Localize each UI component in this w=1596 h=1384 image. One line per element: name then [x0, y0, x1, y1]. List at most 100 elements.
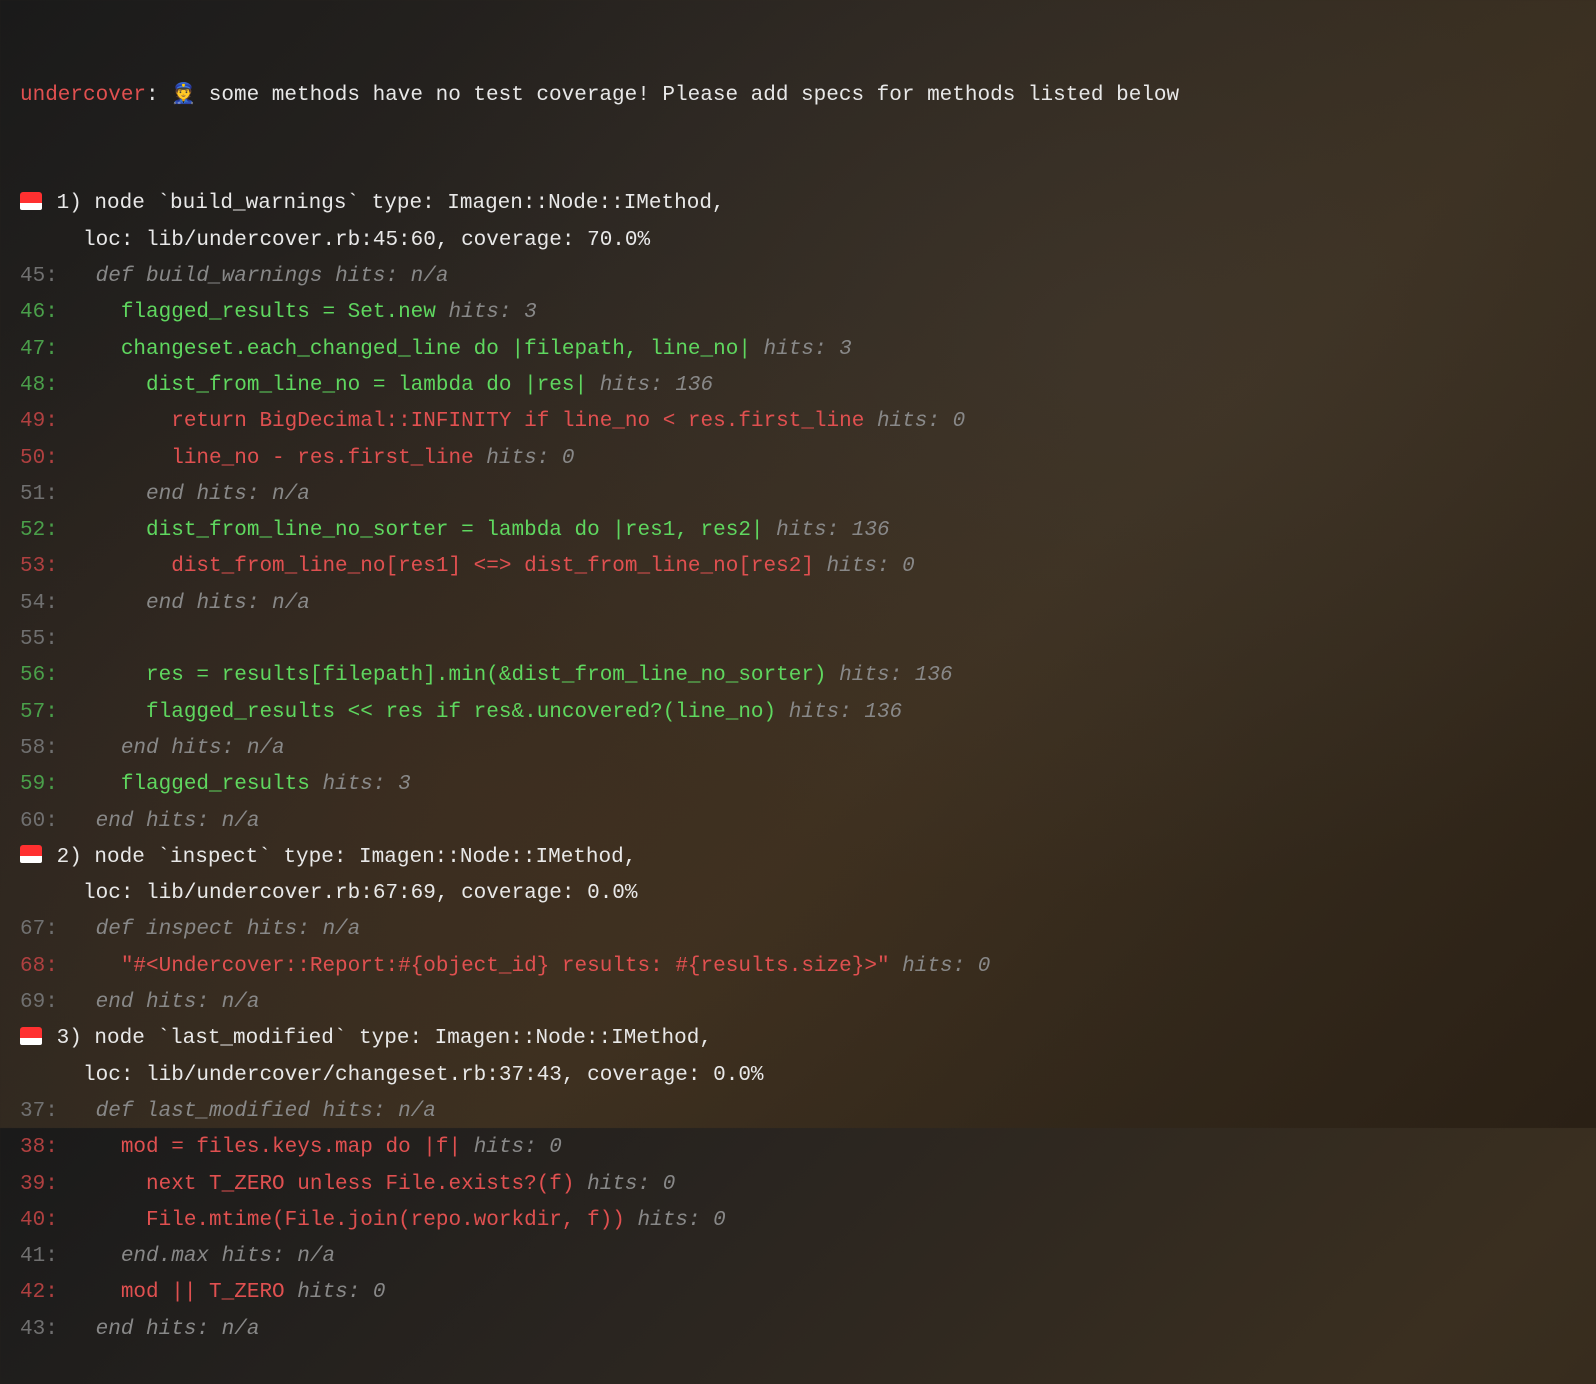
code-body: end	[58, 483, 197, 506]
hits-annotation: hits: 3	[764, 338, 852, 361]
hits-annotation: hits: 0	[486, 447, 574, 470]
code-line: 48: dist_from_line_no = lambda do |res| …	[20, 368, 1576, 404]
code-line: 40: File.mtime(File.join(repo.workdir, f…	[20, 1203, 1576, 1239]
code-body: return BigDecimal::INFINITY if line_no <…	[58, 410, 877, 433]
line-number: 47:	[20, 338, 58, 361]
hits-annotation: hits: 136	[839, 664, 952, 687]
line-number: 57:	[20, 701, 58, 724]
code-line: 60: end hits: n/a	[20, 804, 1576, 840]
line-number: 58:	[20, 737, 58, 760]
code-body: "#<Undercover::Report:#{object_id} resul…	[58, 955, 902, 978]
siren-icon	[20, 1027, 42, 1045]
code-line: 59: flagged_results hits: 3	[20, 767, 1576, 803]
hits-annotation: hits: 3	[448, 301, 536, 324]
code-line: 58: end hits: n/a	[20, 731, 1576, 767]
line-number: 49:	[20, 410, 58, 433]
line-number: 53:	[20, 555, 58, 578]
hits-annotation: hits: n/a	[322, 1100, 435, 1123]
code-line: 52: dist_from_line_no_sorter = lambda do…	[20, 513, 1576, 549]
code-body: flagged_results	[58, 773, 323, 796]
line-number: 69:	[20, 991, 58, 1014]
line-number: 40:	[20, 1209, 58, 1232]
police-icon: 👮	[171, 84, 196, 107]
hits-annotation: hits: 0	[587, 1173, 675, 1196]
code-body: dist_from_line_no_sorter = lambda do |re…	[58, 519, 776, 542]
line-number: 54:	[20, 592, 58, 615]
code-body: changeset.each_changed_line do |filepath…	[58, 338, 764, 361]
hits-annotation: hits: n/a	[171, 737, 284, 760]
line-number: 56:	[20, 664, 58, 687]
code-line: 56: res = results[filepath].min(&dist_fr…	[20, 658, 1576, 694]
line-number: 52:	[20, 519, 58, 542]
hits-annotation: hits: n/a	[196, 592, 309, 615]
code-line: 46: flagged_results = Set.new hits: 3	[20, 295, 1576, 331]
code-body: end	[58, 991, 146, 1014]
code-body: next T_ZERO unless File.exists?(f)	[58, 1173, 587, 1196]
code-line: 67: def inspect hits: n/a	[20, 912, 1576, 948]
node-loc: loc: lib/undercover.rb:45:60, coverage: …	[20, 223, 1576, 259]
hits-annotation: hits: 136	[600, 374, 713, 397]
code-body: dist_from_line_no[res1] <=> dist_from_li…	[58, 555, 827, 578]
code-body: mod || T_ZERO	[58, 1281, 297, 1304]
code-body: File.mtime(File.join(repo.workdir, f))	[58, 1209, 638, 1232]
siren-icon	[20, 192, 42, 210]
code-line: 45: def build_warnings hits: n/a	[20, 259, 1576, 295]
code-body: mod = files.keys.map do |f|	[58, 1136, 474, 1159]
code-line: 37: def last_modified hits: n/a	[20, 1094, 1576, 1130]
code-line: 43: end hits: n/a	[20, 1312, 1576, 1348]
hits-annotation: hits: n/a	[146, 1318, 259, 1341]
line-number: 46:	[20, 301, 58, 324]
code-line: 49: return BigDecimal::INFINITY if line_…	[20, 404, 1576, 440]
hits-annotation: hits: 0	[877, 410, 965, 433]
code-line: 53: dist_from_line_no[res1] <=> dist_fro…	[20, 549, 1576, 585]
line-number: 51:	[20, 483, 58, 506]
code-body: flagged_results = Set.new	[58, 301, 449, 324]
code-line: 68: "#<Undercover::Report:#{object_id} r…	[20, 949, 1576, 985]
line-number: 45:	[20, 265, 58, 288]
line-number: 41:	[20, 1245, 58, 1268]
hits-annotation: hits: n/a	[335, 265, 448, 288]
hits-annotation: hits: 136	[776, 519, 889, 542]
line-number: 59:	[20, 773, 58, 796]
line-number: 55:	[20, 628, 58, 651]
code-line: 47: changeset.each_changed_line do |file…	[20, 332, 1576, 368]
hits-annotation: hits: n/a	[247, 918, 360, 941]
code-body: dist_from_line_no = lambda do |res|	[58, 374, 600, 397]
siren-icon	[20, 845, 42, 863]
tool-name: undercover	[20, 84, 146, 107]
code-line: 41: end.max hits: n/a	[20, 1239, 1576, 1275]
header-line: undercover: 👮 some methods have no test …	[20, 78, 1576, 114]
terminal-output: undercover: 👮 some methods have no test …	[20, 5, 1576, 1384]
line-number: 48:	[20, 374, 58, 397]
line-number: 39:	[20, 1173, 58, 1196]
line-number: 42:	[20, 1281, 58, 1304]
code-body: flagged_results << res if res&.uncovered…	[58, 701, 789, 724]
node-loc: loc: lib/undercover/changeset.rb:37:43, …	[20, 1058, 1576, 1094]
line-number: 50:	[20, 447, 58, 470]
code-line: 38: mod = files.keys.map do |f| hits: 0	[20, 1130, 1576, 1166]
hits-annotation: hits: 136	[789, 701, 902, 724]
node-loc: loc: lib/undercover.rb:67:69, coverage: …	[20, 876, 1576, 912]
code-body: end	[58, 1318, 146, 1341]
code-body: end	[58, 737, 171, 760]
hits-annotation: hits: 0	[638, 1209, 726, 1232]
node-header: 2) node `inspect` type: Imagen::Node::IM…	[20, 840, 1576, 876]
code-line: 54: end hits: n/a	[20, 586, 1576, 622]
code-body: line_no - res.first_line	[58, 447, 486, 470]
code-line: 55:	[20, 622, 1576, 658]
code-body: def build_warnings	[58, 265, 335, 288]
hits-annotation: hits: 0	[902, 955, 990, 978]
hits-annotation: hits: 0	[297, 1281, 385, 1304]
line-number: 37:	[20, 1100, 58, 1123]
header-message: some methods have no test coverage! Plea…	[196, 84, 1179, 107]
hits-annotation: hits: n/a	[222, 1245, 335, 1268]
hits-annotation: hits: 3	[322, 773, 410, 796]
code-body: end	[58, 592, 197, 615]
hits-annotation: hits: n/a	[146, 991, 259, 1014]
code-line: 57: flagged_results << res if res&.uncov…	[20, 695, 1576, 731]
hits-annotation: hits: 0	[827, 555, 915, 578]
code-line: 39: next T_ZERO unless File.exists?(f) h…	[20, 1167, 1576, 1203]
code-body: end	[58, 810, 146, 833]
code-line: 69: end hits: n/a	[20, 985, 1576, 1021]
hits-annotation: hits: 0	[474, 1136, 562, 1159]
